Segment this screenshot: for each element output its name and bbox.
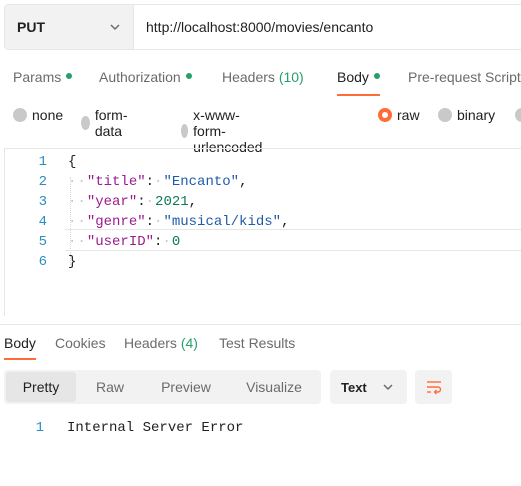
body-indicator-dot	[373, 73, 380, 80]
tab-response-headers-label: Headers	[124, 335, 177, 351]
radio-form-data[interactable]: form-data	[81, 107, 133, 139]
wrap-lines-button[interactable]	[415, 370, 452, 404]
tab-response-headers-count: (4)	[180, 335, 198, 351]
response-format-select[interactable]: Text	[330, 370, 407, 404]
response-view-switcher: Pretty Raw Preview Visualize	[4, 370, 321, 404]
editor-line: 6 }	[5, 252, 521, 272]
json-value: "musical/kids"	[163, 214, 282, 230]
params-indicator-dot	[66, 73, 73, 80]
response-format-label: Text	[341, 379, 367, 395]
line-number: 3	[38, 194, 47, 210]
editor-line: 5 ··"userID":·0	[5, 232, 521, 252]
radio-circle[interactable]	[13, 108, 27, 122]
brace: }	[68, 254, 77, 270]
radio-circle[interactable]	[81, 116, 90, 130]
tab-response-body[interactable]: Body	[4, 330, 36, 360]
tab-authorization-label: Authorization	[99, 69, 181, 85]
json-key: "userID"	[86, 234, 155, 250]
tab-headers-count: (10)	[278, 69, 304, 85]
view-pretty-button[interactable]: Pretty	[6, 372, 76, 402]
tab-headers[interactable]: Headers (10)	[222, 60, 304, 96]
method-select[interactable]: PUT	[5, 5, 134, 49]
line-number: 4	[38, 214, 47, 230]
tab-test-results-label: Test Results	[219, 335, 296, 351]
tab-test-results[interactable]: Test Results	[219, 330, 295, 360]
tab-body[interactable]: Body	[337, 60, 380, 96]
tab-cookies-label: Cookies	[55, 335, 106, 351]
line-number: 1	[35, 420, 44, 436]
radio-raw[interactable]: raw	[378, 107, 420, 123]
radio-circle[interactable]	[438, 108, 452, 122]
tab-headers-label: Headers	[222, 69, 275, 85]
editor-line: 3 ··"year":·2021,	[5, 192, 521, 212]
radio-circle-checked[interactable]	[378, 108, 392, 122]
radio-binary[interactable]: binary	[438, 107, 495, 123]
chevron-down-icon	[110, 24, 120, 31]
line-number: 1	[38, 154, 47, 170]
json-trail: ,	[239, 174, 248, 190]
tab-params-label: Params	[13, 69, 62, 85]
view-preview-button[interactable]: Preview	[144, 372, 228, 402]
line-number: 5	[38, 234, 47, 250]
radio-none-label: none	[32, 107, 64, 123]
json-trail: ,	[281, 214, 290, 230]
json-key: "genre"	[86, 214, 146, 230]
json-key: "year"	[86, 194, 138, 210]
tab-cookies[interactable]: Cookies	[55, 330, 106, 360]
tab-response-headers[interactable]: Headers (4)	[124, 330, 198, 360]
editor-line: 2 ··"title":·"Encanto",	[5, 172, 521, 192]
text-wrap-icon	[426, 381, 441, 395]
chevron-down-icon	[383, 384, 393, 391]
request-body-editor[interactable]: 1 { 2 ··"title":·"Encanto", 3 ··"year":·…	[4, 148, 521, 316]
brace: {	[68, 154, 77, 170]
line-code: ··"userID":·0	[68, 234, 181, 250]
response-text: Internal Server Error	[67, 420, 244, 436]
radio-circle[interactable]	[515, 108, 521, 122]
radio-none[interactable]: none	[13, 107, 63, 123]
view-raw-button[interactable]: Raw	[78, 372, 142, 402]
line-number: 2	[38, 174, 47, 190]
line-code: {	[68, 152, 76, 172]
json-value: "Encanto"	[163, 174, 240, 190]
json-key: "title"	[86, 174, 146, 190]
radio-form-data-label: form-data	[94, 107, 128, 139]
editor-line: 1 {	[5, 152, 521, 172]
radio-circle[interactable]	[181, 124, 189, 138]
line-number: 6	[38, 254, 47, 270]
method-label: PUT	[17, 19, 45, 35]
tab-authorization[interactable]: Authorization	[99, 60, 192, 96]
line-code: ··"year":·2021,	[68, 194, 198, 210]
line-code: ··"title":·"Encanto",	[68, 174, 248, 190]
line-code: }	[68, 252, 76, 272]
json-value: 0	[171, 234, 181, 250]
json-value: 2021	[155, 194, 189, 210]
radio-raw-label: raw	[397, 107, 420, 123]
tab-response-body-label: Body	[4, 335, 36, 351]
url-input[interactable]	[134, 5, 521, 49]
tab-pre-request-script[interactable]: Pre-request Script	[408, 60, 521, 96]
tab-body-label: Body	[337, 69, 369, 85]
pane-divider[interactable]	[0, 324, 521, 325]
tab-params[interactable]: Params	[13, 60, 73, 96]
json-trail: ,	[188, 194, 198, 210]
view-visualize-button[interactable]: Visualize	[230, 372, 318, 402]
radio-binary-label: binary	[457, 107, 496, 123]
request-url-bar: PUT	[4, 4, 521, 50]
response-body-line: 1 Internal Server Error	[0, 418, 300, 438]
radio-graphql[interactable]: G	[515, 107, 521, 123]
tab-pre-request-script-label: Pre-request Script	[408, 69, 521, 85]
authorization-indicator-dot	[185, 73, 192, 80]
